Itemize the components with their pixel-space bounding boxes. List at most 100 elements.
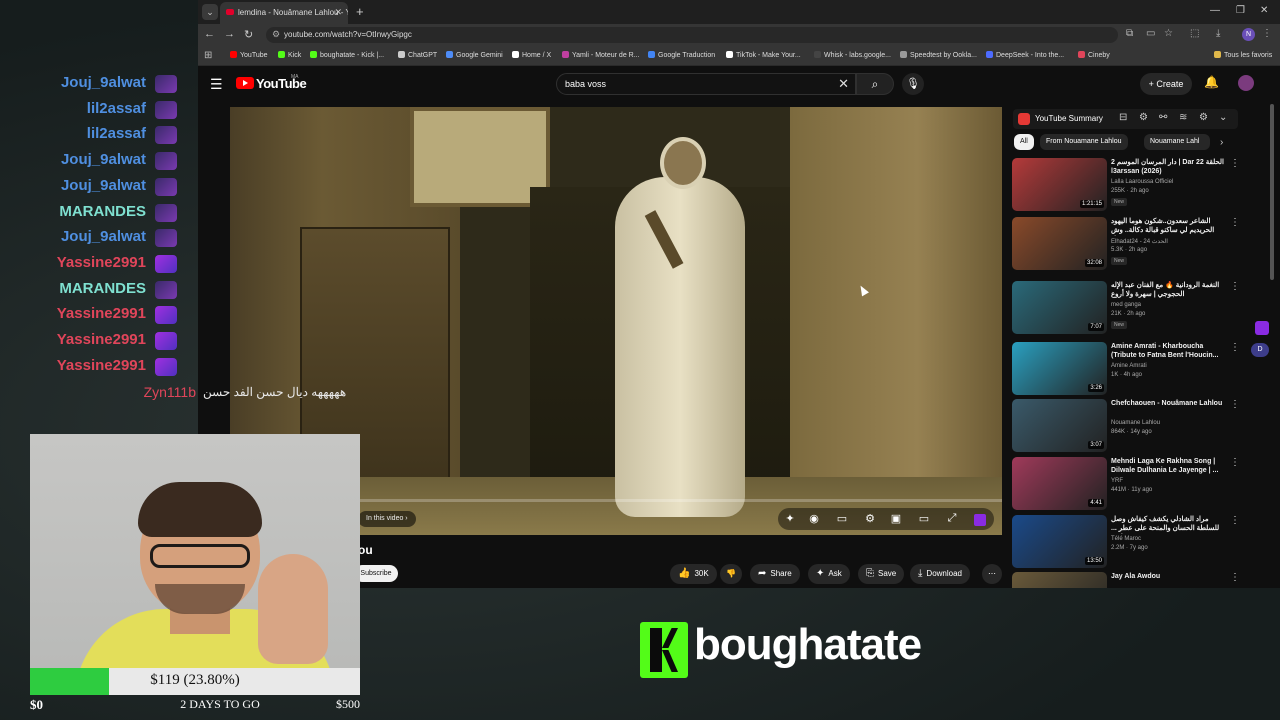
search-input[interactable]: baba voss ✕: [556, 73, 856, 95]
dislike-button[interactable]: 👎: [720, 564, 742, 584]
recommendation-channel[interactable]: Télé Maroc: [1111, 536, 1141, 542]
create-button[interactable]: + Create: [1140, 73, 1192, 95]
video-thumbnail[interactable]: 1:21:15: [1012, 158, 1107, 211]
summary-glasses-icon[interactable]: ⚯: [1159, 112, 1167, 123]
miniplayer-icon[interactable]: ▣: [888, 512, 904, 525]
summary-settings-icon[interactable]: ⚙: [1139, 112, 1148, 123]
reload-icon[interactable]: ↻: [244, 28, 253, 41]
bookmark-item[interactable]: DeepSeek - Into the...: [986, 51, 1064, 59]
video-thumbnail[interactable]: 3:26: [1012, 342, 1107, 395]
bookmark-item[interactable]: Home / X: [512, 51, 551, 59]
notifications-bell-icon[interactable]: 🔔: [1204, 75, 1219, 89]
scrollbar[interactable]: [1270, 104, 1274, 280]
new-tab-icon[interactable]: +: [356, 4, 364, 19]
summary-gear-icon[interactable]: ⚙: [1199, 112, 1208, 123]
ai-sparkle-icon[interactable]: ✦: [782, 512, 798, 525]
bookmark-star-icon[interactable]: ☆: [1164, 28, 1173, 39]
forward-icon[interactable]: →: [224, 28, 235, 40]
recommendation-item[interactable]: 7:07 النغمة الرودانية 🔥 مع الفنان عبد الإ…: [1012, 281, 1242, 337]
video-thumbnail[interactable]: 32:08: [1012, 217, 1107, 270]
active-tab[interactable]: lemdina - Nouâmane Lahlou - Y ✕: [220, 2, 348, 24]
summary-transcript-icon[interactable]: ⊟: [1119, 112, 1127, 123]
more-options-icon[interactable]: ⋮: [1230, 572, 1240, 583]
extensions-icon[interactable]: ⬚: [1190, 28, 1199, 39]
profile-avatar[interactable]: N: [1242, 28, 1255, 41]
video-thumbnail[interactable]: 4:41: [1012, 457, 1107, 510]
recommendation-item[interactable]: 3:26 Amine Amrati - Kharboucha (Tribute t…: [1012, 342, 1242, 398]
ask-button[interactable]: ✦ Ask: [808, 564, 850, 584]
bookmark-item[interactable]: ChatGPT: [398, 51, 437, 59]
chip-channel[interactable]: Nouamane Lahl: [1144, 134, 1210, 150]
bookmark-item[interactable]: Google Gemini: [446, 51, 503, 59]
more-options-icon[interactable]: ⋮: [1230, 281, 1240, 292]
apps-grid-icon[interactable]: ⊞: [204, 50, 212, 61]
recommendation-title[interactable]: دار المرسان الموسم 2 | Dar 22 الحلقة l3a…: [1111, 158, 1227, 176]
tab-close-icon[interactable]: ✕: [334, 7, 342, 18]
extension-d-badge[interactable]: D: [1251, 343, 1269, 357]
voice-search-icon[interactable]: 🎙: [902, 73, 924, 95]
recommendation-item[interactable]: 3:07 Chefchaouen - Nouâmane Lahlou Nouaman…: [1012, 399, 1242, 455]
video-thumbnail[interactable]: 7:07: [1012, 281, 1107, 334]
more-options-icon[interactable]: ⋮: [1230, 217, 1240, 228]
minimize-icon[interactable]: —: [1210, 5, 1220, 16]
bookmark-item[interactable]: Yamli - Moteur de R...: [562, 51, 640, 59]
more-options-icon[interactable]: ⋮: [1230, 399, 1240, 410]
close-window-icon[interactable]: ✕: [1260, 5, 1268, 16]
site-info-icon[interactable]: ⚙: [272, 29, 280, 40]
translate-icon[interactable]: ⧉: [1126, 28, 1133, 39]
more-options-icon[interactable]: ⋮: [1230, 158, 1240, 169]
account-avatar[interactable]: [1238, 75, 1254, 91]
bookmark-item[interactable]: TikTok - Make Your...: [726, 51, 801, 59]
download-button[interactable]: ⤓ Download: [910, 564, 970, 584]
recommendation-channel[interactable]: Lalla Laaroussa Officiel: [1111, 179, 1173, 185]
cast-icon[interactable]: ▭: [1146, 28, 1155, 39]
browser-menu-icon[interactable]: ⋮: [1262, 28, 1272, 39]
more-options-icon[interactable]: ⋮: [1230, 457, 1240, 468]
captions-icon[interactable]: ▭: [834, 512, 850, 525]
recommendation-title[interactable]: Amine Amrati - Kharboucha (Tribute to Fa…: [1111, 342, 1227, 360]
recommendation-item[interactable]: 32:08 الشاعر سعدون..شكون هوما اليهود الحر…: [1012, 217, 1242, 273]
recommendation-item[interactable]: Jay Ala Awdou ⋮: [1012, 572, 1242, 588]
recommendation-item[interactable]: 13:50 مراد الشادلي يكشف كيفاش وصل للسلطة …: [1012, 515, 1242, 571]
search-button[interactable]: ⌕: [856, 73, 894, 95]
recommendation-channel[interactable]: YRF: [1111, 478, 1123, 484]
clear-search-icon[interactable]: ✕: [838, 76, 849, 92]
recommendation-title[interactable]: مراد الشادلي يكشف كيفاش وصل للسلطة الحسا…: [1111, 515, 1227, 534]
recommendation-title[interactable]: Jay Ala Awdou: [1111, 572, 1227, 581]
theater-mode-icon[interactable]: ▭: [916, 512, 932, 525]
save-button[interactable]: ⎘ Save: [858, 564, 905, 584]
summary-chevron-down-icon[interactable]: ⌄: [1219, 112, 1227, 123]
like-button[interactable]: 👍 30K: [670, 564, 717, 584]
in-this-video-button[interactable]: In this video ›: [358, 511, 416, 527]
bookmark-item[interactable]: Kick: [278, 51, 301, 59]
extension-play-badge-icon[interactable]: [1255, 321, 1269, 335]
subscribe-button[interactable]: Subscribe: [354, 565, 398, 582]
bookmark-item[interactable]: YouTube: [230, 51, 268, 59]
settings-gear-icon[interactable]: ⚙: [862, 512, 878, 525]
autoplay-toggle-icon[interactable]: ◉: [806, 512, 822, 525]
bookmark-item[interactable]: Speedtest by Ookla...: [900, 51, 977, 59]
share-button[interactable]: ➦ Share: [750, 564, 800, 584]
recommendation-channel[interactable]: Elhadat24 - 24 الحدث: [1111, 238, 1168, 245]
chip-all[interactable]: All: [1014, 134, 1034, 150]
url-field[interactable]: ⚙ youtube.com/watch?v=OtInwyGipgc: [266, 27, 1118, 43]
bookmark-item[interactable]: boughatate - Kick |...: [310, 51, 384, 59]
downloads-icon[interactable]: ⤓: [1216, 28, 1220, 39]
chip-from-channel[interactable]: From Nouamane Lahlou: [1040, 134, 1128, 150]
recommendation-channel[interactable]: Amine Amrati: [1111, 363, 1147, 369]
youtube-logo-icon[interactable]: [236, 77, 254, 89]
more-actions-button[interactable]: ⋯: [982, 564, 1002, 584]
recommendation-title[interactable]: الشاعر سعدون..شكون هوما اليهود الحريديم …: [1111, 217, 1227, 236]
tab-search-button[interactable]: ⌄: [202, 4, 218, 20]
bookmark-item[interactable]: Whisk - labs.google...: [814, 51, 891, 59]
more-options-icon[interactable]: ⋮: [1230, 515, 1240, 526]
bookmark-item[interactable]: Google Traduction: [648, 51, 715, 59]
chip-scroll-right-icon[interactable]: ›: [1220, 137, 1223, 148]
hamburger-menu-icon[interactable]: ☰: [210, 76, 223, 93]
bookmark-item[interactable]: Cineby: [1078, 51, 1110, 59]
recommendation-title[interactable]: Chefchaouen - Nouâmane Lahlou: [1111, 399, 1227, 408]
back-icon[interactable]: ←: [204, 28, 215, 40]
more-options-icon[interactable]: ⋮: [1230, 342, 1240, 353]
all-bookmarks[interactable]: Tous les favoris: [1214, 51, 1272, 59]
summary-audio-icon[interactable]: ≋: [1179, 112, 1187, 123]
